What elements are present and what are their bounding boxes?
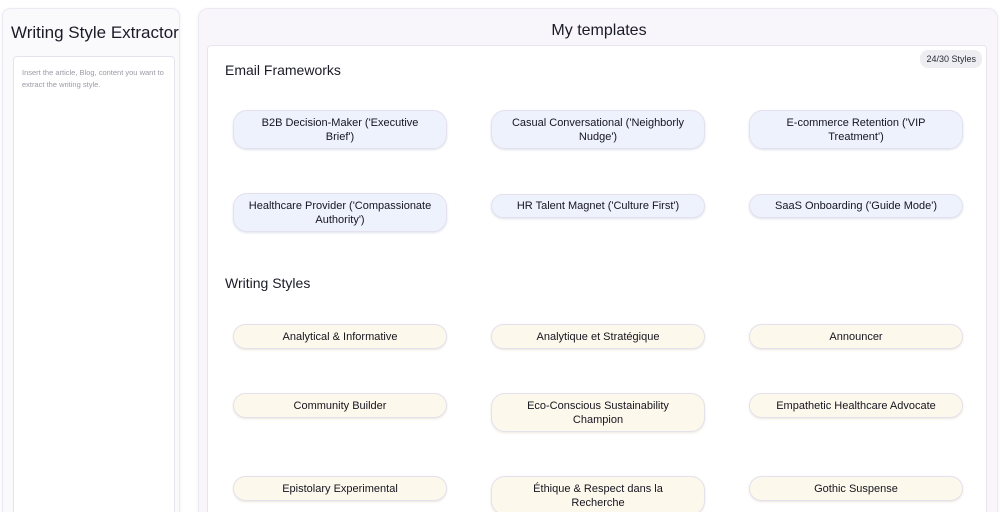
template-chip-style[interactable]: Epistolary Experimental bbox=[233, 476, 447, 501]
template-chip-email[interactable]: E-commerce Retention ('VIP Treatment') bbox=[749, 110, 963, 149]
section-heading-email-frameworks: Email Frameworks bbox=[225, 62, 341, 78]
template-chip-style[interactable]: Éthique & Respect dans la Recherche bbox=[491, 476, 705, 512]
sidebar-title: Writing Style Extractor bbox=[11, 23, 179, 42]
page-title: My templates bbox=[551, 22, 647, 39]
template-chip-email[interactable]: Casual Conversational ('Neighborly Nudge… bbox=[491, 110, 705, 149]
template-chip-style[interactable]: Community Builder bbox=[233, 393, 447, 418]
template-chip-style[interactable]: Gothic Suspense bbox=[749, 476, 963, 501]
app-window: Writing Style Extractor My templates 24/… bbox=[0, 0, 1000, 512]
template-chip-style[interactable]: Empathetic Healthcare Advocate bbox=[749, 393, 963, 418]
sidebar: Writing Style Extractor bbox=[2, 8, 180, 512]
section-heading-writing-styles: Writing Styles bbox=[225, 275, 311, 291]
template-chip-email[interactable]: Healthcare Provider ('Compassionate Auth… bbox=[233, 193, 447, 232]
templates-panel: My templates 24/30 Styles Email Framewor… bbox=[198, 8, 998, 512]
content-input[interactable] bbox=[13, 56, 175, 512]
template-chip-style[interactable]: Eco-Conscious Sustainability Champion bbox=[491, 393, 705, 432]
template-chip-email[interactable]: B2B Decision-Maker ('Executive Brief') bbox=[233, 110, 447, 149]
template-chip-email[interactable]: SaaS Onboarding ('Guide Mode') bbox=[749, 194, 963, 218]
template-chip-style[interactable]: Announcer bbox=[749, 324, 963, 349]
templates-list[interactable]: 24/30 Styles Email Frameworks B2B Decisi… bbox=[207, 45, 987, 512]
template-chip-style[interactable]: Analytique et Stratégique bbox=[491, 324, 705, 349]
template-chip-style[interactable]: Analytical & Informative bbox=[233, 324, 447, 349]
template-chip-email[interactable]: HR Talent Magnet ('Culture First') bbox=[491, 194, 705, 218]
styles-count-badge: 24/30 Styles bbox=[920, 50, 982, 68]
